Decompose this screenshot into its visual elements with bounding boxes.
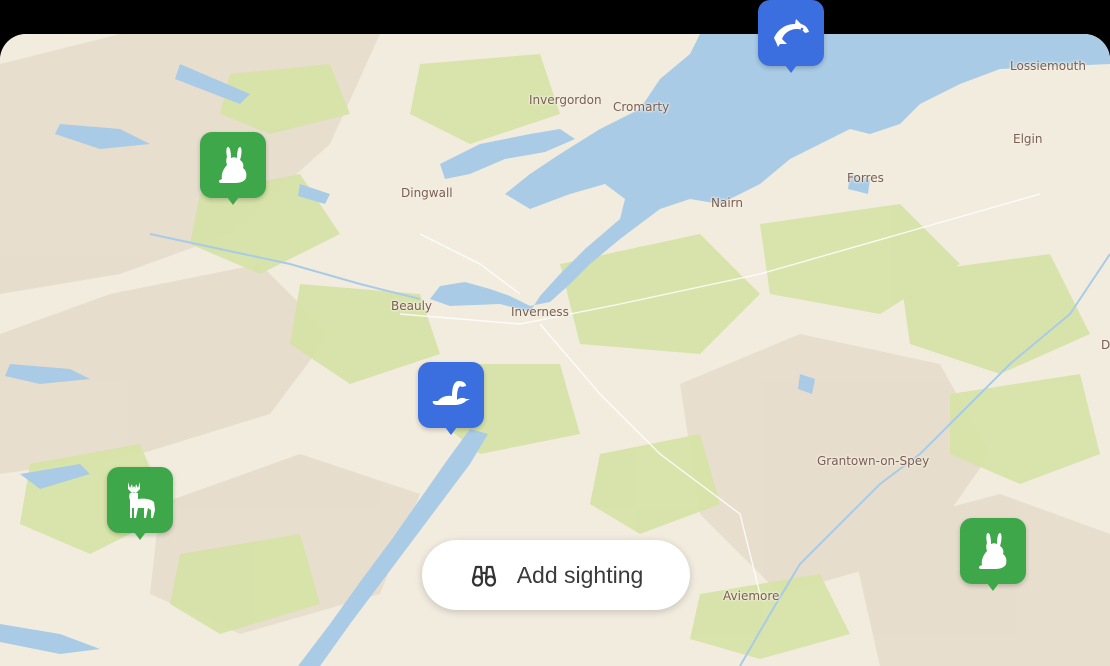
place-label-aviemore: Aviemore	[723, 589, 780, 603]
place-label-cromarty: Cromarty	[613, 100, 670, 114]
sighting-marker-deer[interactable]	[107, 467, 173, 540]
sighting-marker-nessie[interactable]	[418, 362, 484, 435]
add-sighting-label: Add sighting	[516, 561, 644, 588]
rabbit-icon	[978, 533, 1007, 569]
place-label-elgin: Elgin	[1013, 132, 1043, 146]
place-label-partial-edge: D	[1101, 338, 1110, 352]
deer-icon	[128, 482, 155, 518]
place-label-invergordon: Invergordon	[529, 93, 602, 107]
binoculars-icon	[471, 565, 496, 587]
place-label-beauly: Beauly	[391, 299, 433, 313]
place-label-inverness: Inverness	[511, 305, 569, 319]
sighting-marker-rabbit-west[interactable]	[200, 132, 266, 205]
place-label-grantown-on-spey: Grantown-on-Spey	[817, 454, 930, 468]
rabbit-icon	[218, 147, 247, 183]
nessie-icon	[432, 381, 470, 405]
sighting-marker-dolphin[interactable]	[758, 0, 824, 73]
add-sighting-button[interactable]: Add sighting	[422, 540, 690, 610]
sighting-marker-rabbit-east[interactable]	[960, 518, 1026, 591]
dolphin-icon	[774, 19, 809, 47]
place-label-dingwall: Dingwall	[401, 186, 453, 200]
place-label-nairn: Nairn	[711, 196, 743, 210]
place-label-lossiemouth: Lossiemouth	[1010, 59, 1086, 73]
place-label-forres: Forres	[847, 171, 884, 185]
